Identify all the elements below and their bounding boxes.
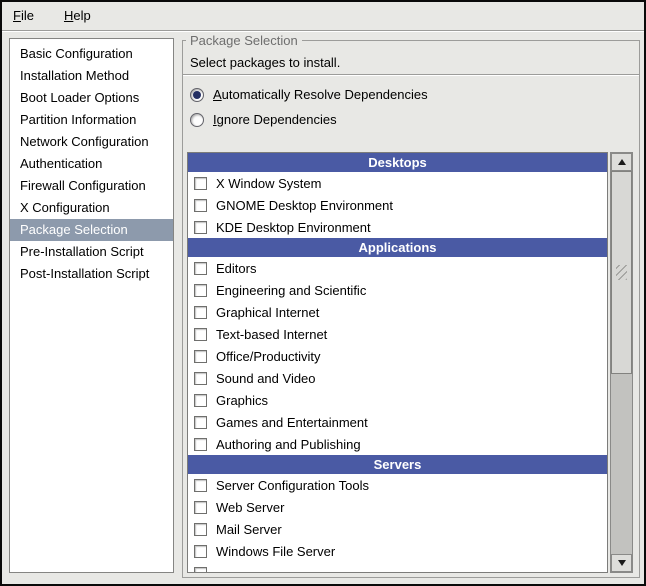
sidebar-item-network-configuration[interactable]: Network Configuration bbox=[10, 131, 173, 153]
radio-option-ignore-dependencies[interactable]: Ignore Dependencies bbox=[190, 107, 428, 132]
scroll-down-button[interactable] bbox=[611, 554, 632, 572]
package-row-games-and-entertainment[interactable]: Games and Entertainment bbox=[188, 411, 607, 433]
package-row-windows-file-server[interactable]: Windows File Server bbox=[188, 540, 607, 562]
sidebar-item-installation-method[interactable]: Installation Method bbox=[10, 65, 173, 87]
config-section-list: Basic ConfigurationInstallation MethodBo… bbox=[9, 38, 174, 573]
package-row-kde-desktop-environment[interactable]: KDE Desktop Environment bbox=[188, 216, 607, 238]
menu-help[interactable]: Help bbox=[61, 6, 94, 25]
package-row-text-based-internet[interactable]: Text-based Internet bbox=[188, 323, 607, 345]
package-row-partial[interactable] bbox=[188, 562, 607, 573]
sidebar-item-authentication[interactable]: Authentication bbox=[10, 153, 173, 175]
package-label: Web Server bbox=[216, 500, 284, 515]
kickstart-configurator-window: { "menu": { "items": [ {"label": "File",… bbox=[0, 0, 646, 586]
sidebar-item-x-configuration[interactable]: X Configuration bbox=[10, 197, 173, 219]
package-row-web-server[interactable]: Web Server bbox=[188, 496, 607, 518]
checkbox[interactable] bbox=[194, 479, 207, 492]
sidebar-item-partition-information[interactable]: Partition Information bbox=[10, 109, 173, 131]
section-header-applications: Applications bbox=[188, 238, 607, 257]
checkbox[interactable] bbox=[194, 328, 207, 341]
package-label: Windows File Server bbox=[216, 544, 335, 559]
vertical-scrollbar[interactable] bbox=[610, 152, 633, 573]
checkbox[interactable] bbox=[194, 394, 207, 407]
package-row-mail-server[interactable]: Mail Server bbox=[188, 518, 607, 540]
scroll-up-button[interactable] bbox=[611, 153, 632, 171]
checkbox[interactable] bbox=[194, 350, 207, 363]
dependency-radio-group: Automatically Resolve Dependencies Ignore… bbox=[190, 82, 428, 132]
checkbox[interactable] bbox=[194, 438, 207, 451]
scroll-up-icon bbox=[618, 159, 626, 165]
package-row-office-productivity[interactable]: Office/Productivity bbox=[188, 345, 607, 367]
package-row-sound-and-video[interactable]: Sound and Video bbox=[188, 367, 607, 389]
package-row-gnome-desktop-environment[interactable]: GNOME Desktop Environment bbox=[188, 194, 607, 216]
package-label: Games and Entertainment bbox=[216, 415, 368, 430]
radio-button[interactable] bbox=[190, 88, 204, 102]
section-header-desktops: Desktops bbox=[188, 153, 607, 172]
package-row-graphics[interactable]: Graphics bbox=[188, 389, 607, 411]
checkbox[interactable] bbox=[194, 306, 207, 319]
checkbox[interactable] bbox=[194, 545, 207, 558]
package-label: Authoring and Publishing bbox=[216, 437, 361, 452]
package-row-graphical-internet[interactable]: Graphical Internet bbox=[188, 301, 607, 323]
checkbox[interactable] bbox=[194, 372, 207, 385]
menu-bar: File Help bbox=[2, 2, 644, 29]
package-row-x-window-system[interactable]: X Window System bbox=[188, 172, 607, 194]
checkbox[interactable] bbox=[194, 523, 207, 536]
package-label: Graphics bbox=[216, 393, 268, 408]
checkbox[interactable] bbox=[194, 416, 207, 429]
sidebar-item-basic-configuration[interactable]: Basic Configuration bbox=[10, 43, 173, 65]
sidebar-item-boot-loader-options[interactable]: Boot Loader Options bbox=[10, 87, 173, 109]
scroll-down-icon bbox=[618, 560, 626, 566]
package-label: Graphical Internet bbox=[216, 305, 319, 320]
radio-option-automatically-resolve-dependencies[interactable]: Automatically Resolve Dependencies bbox=[190, 82, 428, 107]
checkbox[interactable] bbox=[194, 177, 207, 190]
package-label: Office/Productivity bbox=[216, 349, 321, 364]
package-label: Mail Server bbox=[216, 522, 282, 537]
horizontal-separator bbox=[183, 74, 639, 76]
sidebar-item-post-installation-script[interactable]: Post-Installation Script bbox=[10, 263, 173, 285]
radio-button[interactable] bbox=[190, 113, 204, 127]
radio-label: Automatically Resolve Dependencies bbox=[213, 87, 428, 102]
sidebar-item-package-selection[interactable]: Package Selection bbox=[10, 219, 173, 241]
sidebar-item-firewall-configuration[interactable]: Firewall Configuration bbox=[10, 175, 173, 197]
checkbox[interactable] bbox=[194, 262, 207, 275]
package-label: Editors bbox=[216, 261, 256, 276]
checkbox[interactable] bbox=[194, 567, 207, 574]
radio-label: Ignore Dependencies bbox=[213, 112, 337, 127]
checkbox[interactable] bbox=[194, 199, 207, 212]
frame-legend: Package Selection bbox=[186, 33, 302, 48]
menu-file[interactable]: File bbox=[10, 6, 37, 25]
checkbox[interactable] bbox=[194, 221, 207, 234]
menubar-separator bbox=[2, 30, 644, 32]
package-label: Server Configuration Tools bbox=[216, 478, 369, 493]
package-row-authoring-and-publishing[interactable]: Authoring and Publishing bbox=[188, 433, 607, 455]
package-row-engineering-and-scientific[interactable]: Engineering and Scientific bbox=[188, 279, 607, 301]
package-label: Text-based Internet bbox=[216, 327, 327, 342]
package-row-editors[interactable]: Editors bbox=[188, 257, 607, 279]
instruction-label: Select packages to install. bbox=[190, 55, 340, 70]
package-label: Engineering and Scientific bbox=[216, 283, 366, 298]
scrollbar-grip-icon bbox=[616, 265, 627, 280]
package-list: Desktops X Window System GNOME Desktop Env… bbox=[187, 152, 608, 573]
sidebar-item-pre-installation-script[interactable]: Pre-Installation Script bbox=[10, 241, 173, 263]
package-row-server-configuration-tools[interactable]: Server Configuration Tools bbox=[188, 474, 607, 496]
package-label: KDE Desktop Environment bbox=[216, 220, 371, 235]
package-label: X Window System bbox=[216, 176, 321, 191]
section-header-servers: Servers bbox=[188, 455, 607, 474]
package-label: GNOME Desktop Environment bbox=[216, 198, 393, 213]
checkbox[interactable] bbox=[194, 501, 207, 514]
scrollbar-thumb[interactable] bbox=[611, 171, 632, 374]
package-label: Sound and Video bbox=[216, 371, 316, 386]
checkbox[interactable] bbox=[194, 284, 207, 297]
